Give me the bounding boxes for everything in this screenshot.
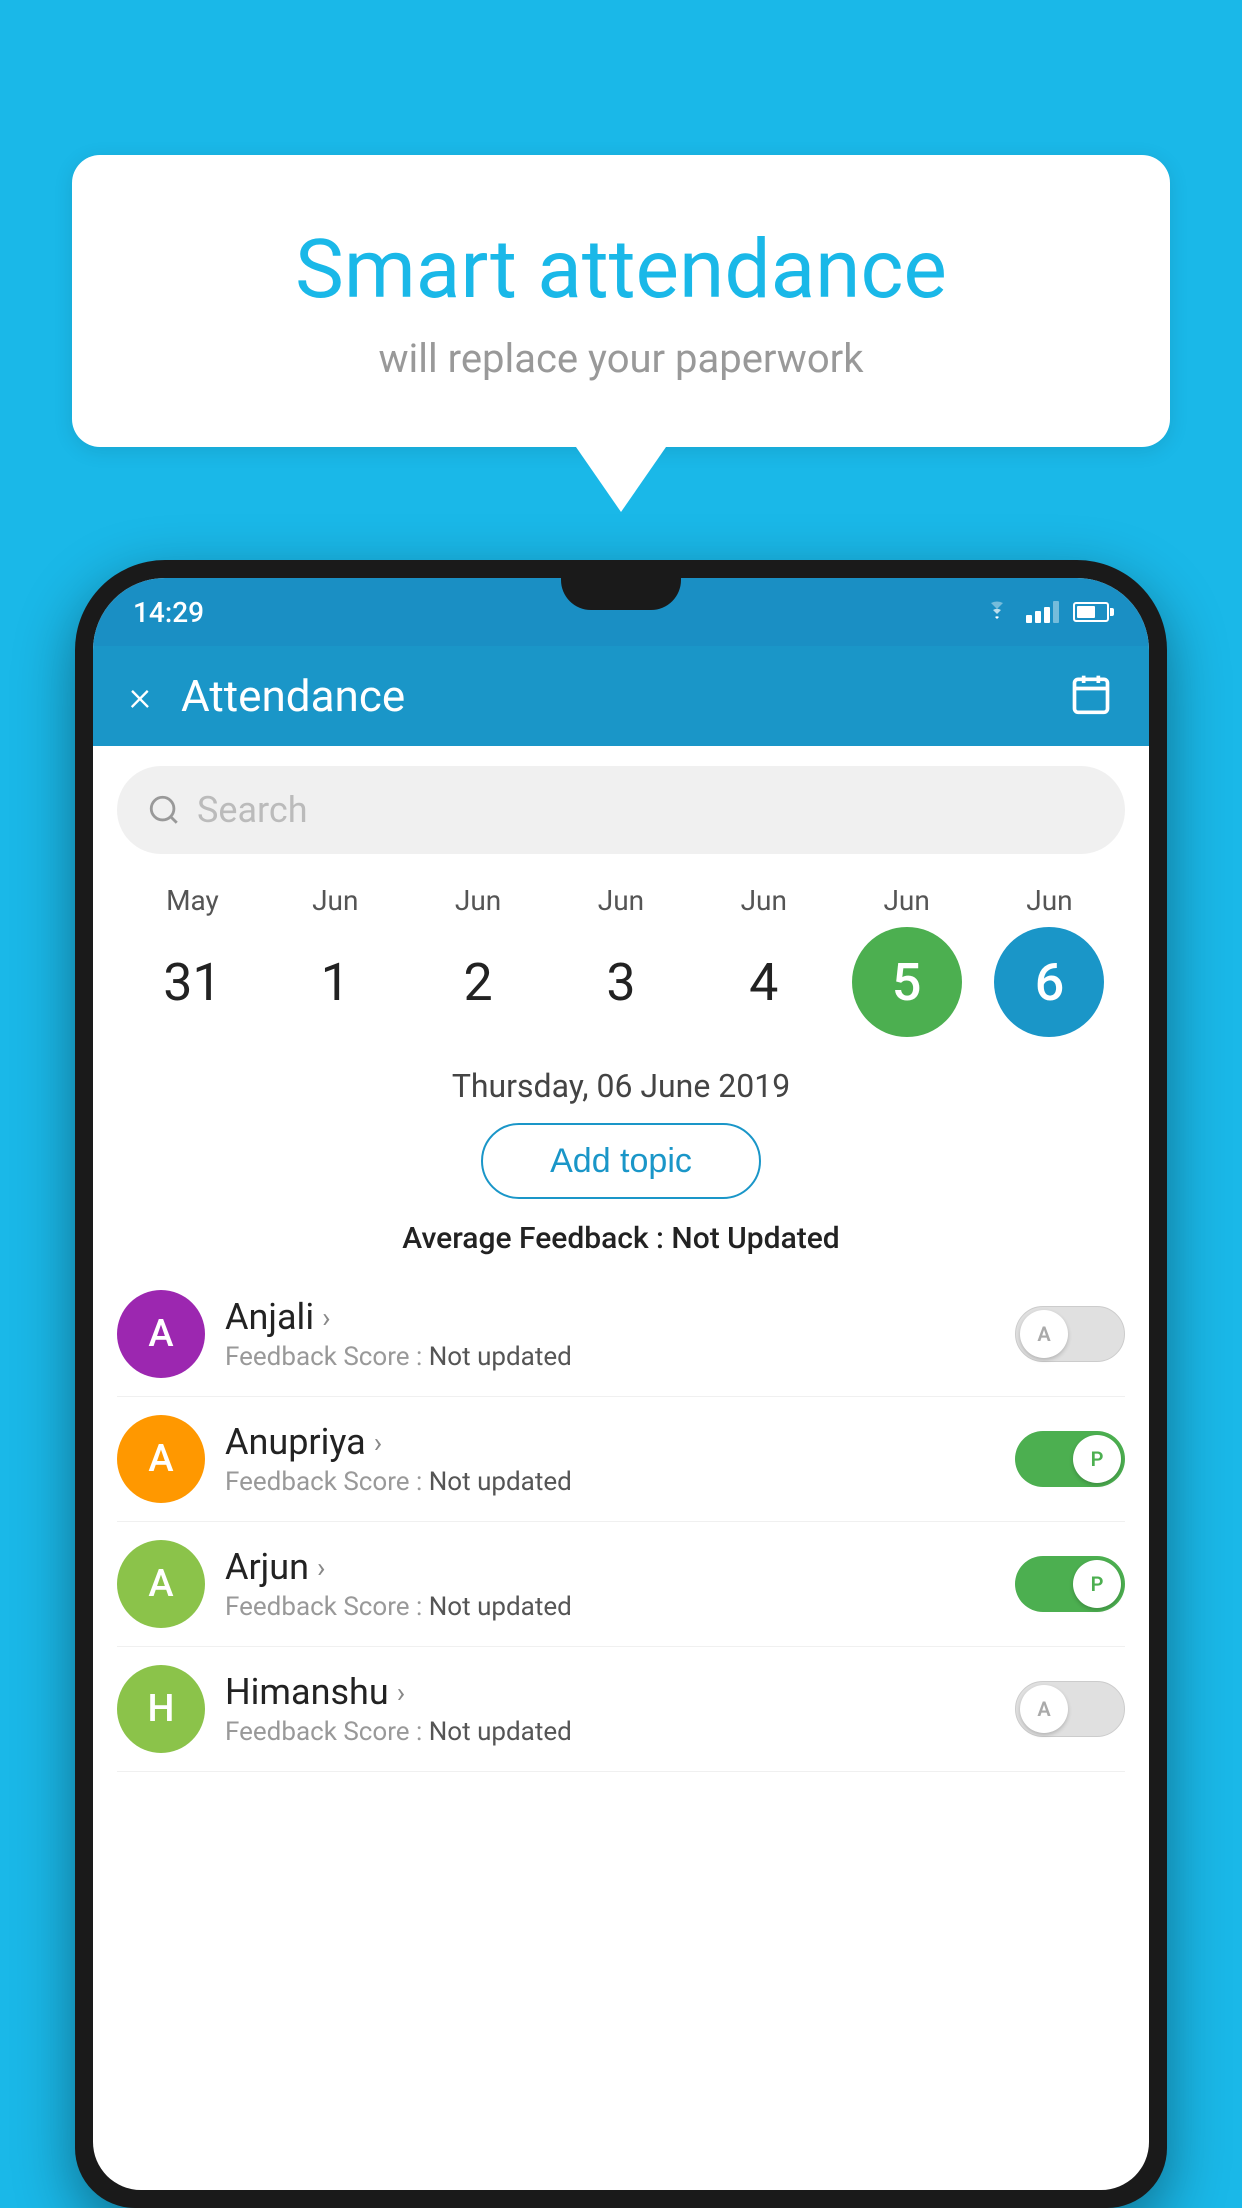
date-6-selected[interactable]: 6 <box>994 927 1104 1037</box>
attendance-toggle[interactable]: P <box>1015 1431 1125 1487</box>
date-3[interactable]: 3 <box>566 927 676 1037</box>
avatar: A <box>117 1415 205 1503</box>
speech-bubble-tail <box>576 447 666 512</box>
calendar-icon[interactable] <box>1069 672 1113 720</box>
date-1[interactable]: 1 <box>280 927 390 1037</box>
status-time: 14:29 <box>133 596 204 629</box>
feedback-score: Feedback Score : Not updated <box>225 1342 999 1372</box>
student-name[interactable]: Arjun › <box>225 1546 999 1588</box>
list-item: A Anjali › Feedback Score : Not updated … <box>117 1272 1125 1397</box>
chevron-right-icon: › <box>397 1676 405 1709</box>
month-2: Jun <box>418 884 538 917</box>
wifi-icon <box>982 600 1012 624</box>
feedback-score: Feedback Score : Not updated <box>225 1717 999 1747</box>
student-name[interactable]: Anjali › <box>225 1296 999 1338</box>
dates-row: 31 1 2 3 4 5 6 <box>113 917 1129 1057</box>
month-6: Jun <box>989 884 1109 917</box>
toggle-on[interactable]: P <box>1015 1431 1125 1487</box>
student-info: Himanshu › Feedback Score : Not updated <box>225 1671 999 1747</box>
avatar: A <box>117 1290 205 1378</box>
list-item: H Himanshu › Feedback Score : Not update… <box>117 1647 1125 1772</box>
avg-feedback-value: Not Updated <box>671 1221 839 1256</box>
search-placeholder: Search <box>197 789 308 831</box>
add-topic-button[interactable]: Add topic <box>481 1123 761 1199</box>
search-bar[interactable]: Search <box>117 766 1125 854</box>
student-list: A Anjali › Feedback Score : Not updated … <box>93 1272 1149 1772</box>
feedback-score: Feedback Score : Not updated <box>225 1467 999 1497</box>
date-31[interactable]: 31 <box>137 927 247 1037</box>
list-item: A Anupriya › Feedback Score : Not update… <box>117 1397 1125 1522</box>
attendance-toggle[interactable]: A <box>1015 1681 1125 1737</box>
date-4[interactable]: 4 <box>709 927 819 1037</box>
battery-icon <box>1073 602 1109 622</box>
header-title: Attendance <box>181 670 1069 722</box>
student-name[interactable]: Anupriya › <box>225 1421 999 1463</box>
avg-feedback-label: Average Feedback : <box>402 1221 664 1256</box>
toggle-knob: P <box>1073 1435 1121 1483</box>
phone-inner: 14:29 <box>93 578 1149 2190</box>
month-4: Jun <box>704 884 824 917</box>
phone-frame: 14:29 <box>75 560 1167 2208</box>
selected-date-text: Thursday, 06 June 2019 <box>93 1057 1149 1123</box>
month-0: May <box>132 884 252 917</box>
toggle-knob: A <box>1020 1310 1068 1358</box>
student-info: Arjun › Feedback Score : Not updated <box>225 1546 999 1622</box>
avatar: H <box>117 1665 205 1753</box>
avatar: A <box>117 1540 205 1628</box>
months-row: May Jun Jun Jun Jun Jun Jun <box>113 884 1129 917</box>
app-header: × Attendance <box>93 646 1149 746</box>
toggle-on[interactable]: P <box>1015 1556 1125 1612</box>
phone-notch <box>561 578 681 610</box>
toggle-off[interactable]: A <box>1015 1306 1125 1362</box>
calendar-row: May Jun Jun Jun Jun Jun Jun 31 1 2 3 4 5… <box>93 874 1149 1057</box>
toggle-off[interactable]: A <box>1015 1681 1125 1737</box>
month-5: Jun <box>847 884 967 917</box>
list-item: A Arjun › Feedback Score : Not updated P <box>117 1522 1125 1647</box>
search-icon <box>147 793 181 827</box>
speech-bubble: Smart attendance will replace your paper… <box>72 155 1170 447</box>
toggle-knob: A <box>1020 1685 1068 1733</box>
student-info: Anupriya › Feedback Score : Not updated <box>225 1421 999 1497</box>
chevron-right-icon: › <box>322 1301 330 1334</box>
attendance-toggle[interactable]: A <box>1015 1306 1125 1362</box>
date-2[interactable]: 2 <box>423 927 533 1037</box>
avg-feedback: Average Feedback : Not Updated <box>93 1221 1149 1256</box>
attendance-toggle[interactable]: P <box>1015 1556 1125 1612</box>
speech-bubble-title: Smart attendance <box>132 225 1110 315</box>
date-5-today[interactable]: 5 <box>852 927 962 1037</box>
student-name[interactable]: Himanshu › <box>225 1671 999 1713</box>
signal-bars-icon <box>1026 601 1059 623</box>
chevron-right-icon: › <box>374 1426 382 1459</box>
chevron-right-icon: › <box>317 1551 325 1584</box>
toggle-knob: P <box>1073 1560 1121 1608</box>
student-info: Anjali › Feedback Score : Not updated <box>225 1296 999 1372</box>
status-icons <box>982 600 1109 624</box>
speech-bubble-container: Smart attendance will replace your paper… <box>72 155 1170 512</box>
month-3: Jun <box>561 884 681 917</box>
speech-bubble-subtitle: will replace your paperwork <box>132 335 1110 382</box>
month-1: Jun <box>275 884 395 917</box>
close-button[interactable]: × <box>129 672 151 721</box>
feedback-score: Feedback Score : Not updated <box>225 1592 999 1622</box>
